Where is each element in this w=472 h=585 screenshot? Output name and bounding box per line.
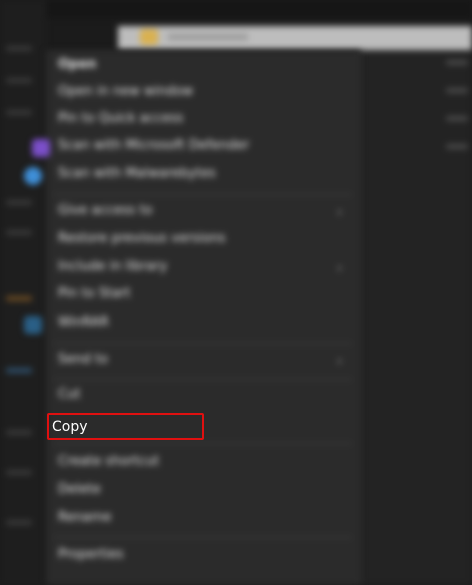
menu-item-restore-versions[interactable]: Restore previous versions — [46, 228, 360, 254]
menu-item-label: Pin to Start — [58, 286, 131, 301]
menu-item-scan-malwarebytes[interactable]: Scan with Malwarebytes — [24, 163, 360, 189]
folder-icon — [140, 29, 158, 45]
menu-item-send-to[interactable]: Send to › — [46, 349, 360, 375]
nav-item[interactable] — [6, 520, 32, 525]
nav-item[interactable] — [6, 368, 32, 373]
menu-item-give-access[interactable]: Give access to › — [46, 200, 360, 226]
nav-item[interactable] — [6, 110, 32, 115]
menu-item-label: Rename — [58, 510, 112, 525]
context-menu: Open Open in new window Pin to Quick acc… — [24, 50, 361, 585]
malwarebytes-icon — [24, 167, 42, 185]
nav-item[interactable] — [6, 200, 32, 205]
file-list-pane — [360, 50, 472, 585]
menu-item-label: Create shortcut — [58, 454, 160, 469]
menu-item-label: WinRAR — [58, 315, 109, 330]
menu-separator — [54, 537, 352, 538]
file-detail — [446, 144, 468, 149]
navigation-pane — [0, 0, 46, 585]
nav-item[interactable] — [6, 430, 32, 435]
address-path — [168, 34, 248, 40]
nav-item[interactable] — [6, 78, 32, 83]
title-bar — [0, 0, 472, 18]
menu-separator — [54, 194, 352, 195]
menu-item-open[interactable]: Open — [46, 54, 360, 80]
menu-item-scan-defender[interactable]: Scan with Microsoft Defender — [32, 135, 360, 161]
nav-item[interactable] — [6, 230, 32, 235]
menu-item-properties[interactable]: Properties — [46, 544, 360, 570]
menu-item-delete[interactable]: Delete — [46, 479, 360, 505]
menu-item-open-new-window[interactable]: Open in new window — [46, 81, 360, 107]
menu-item-label: Delete — [58, 482, 101, 497]
menu-item-pin-start[interactable]: Pin to Start — [46, 283, 360, 309]
menu-item-label: Include in library — [58, 259, 168, 274]
menu-item-label: Open in new window — [58, 84, 194, 99]
menu-item-label: Open — [58, 57, 97, 72]
file-detail — [446, 88, 468, 93]
menu-item-create-shortcut[interactable]: Create shortcut — [46, 451, 360, 477]
menu-item-winrar[interactable]: WinRAR — [24, 312, 360, 338]
nav-item[interactable] — [6, 46, 32, 51]
winrar-icon — [24, 316, 42, 334]
file-detail — [446, 60, 468, 65]
menu-item-label: Restore previous versions — [58, 231, 226, 246]
menu-item-copy[interactable]: Copy — [52, 415, 88, 439]
menu-item-label: Pin to Quick access — [58, 111, 184, 126]
menu-separator — [54, 343, 352, 344]
menu-item-rename[interactable]: Rename — [46, 507, 360, 533]
menu-item-label: Give access to — [58, 203, 153, 218]
menu-item-include-library[interactable]: Include in library › — [46, 256, 360, 282]
menu-item-pin-quick-access[interactable]: Pin to Quick access — [46, 108, 360, 134]
menu-item-cut[interactable]: Cut — [46, 384, 360, 410]
chevron-right-icon: › — [337, 261, 342, 275]
menu-item-label: Copy — [52, 419, 88, 435]
menu-item-label: Scan with Microsoft Defender — [58, 138, 250, 153]
menu-item-label: Scan with Malwarebytes — [58, 166, 216, 181]
nav-item[interactable] — [6, 296, 32, 301]
chevron-right-icon: › — [337, 205, 342, 219]
chevron-right-icon: › — [337, 354, 342, 368]
menu-item-label: Properties — [58, 547, 124, 562]
menu-separator — [54, 379, 352, 380]
nav-item[interactable] — [6, 470, 32, 475]
menu-separator — [54, 443, 352, 444]
menu-item-label: Send to — [58, 352, 108, 367]
file-detail — [446, 116, 468, 121]
shield-icon — [32, 139, 50, 157]
menu-item-label: Cut — [58, 387, 81, 402]
